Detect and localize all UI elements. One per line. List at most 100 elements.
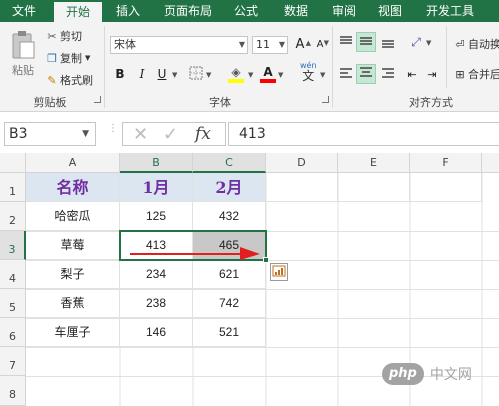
font-size-value: 11	[256, 38, 270, 51]
watermark-logo: php 中文网	[382, 363, 472, 385]
format-painter-button[interactable]: ✎ 格式刷	[44, 72, 93, 88]
merge-center-button[interactable]: ⊞ 合并后	[452, 66, 499, 82]
increase-indent-button[interactable]: ⇥	[424, 66, 440, 82]
wrap-text-icon: ⏎	[455, 37, 465, 51]
drag-handle-icon[interactable]: ⋮	[108, 124, 118, 142]
cancel-icon[interactable]: ✕	[133, 124, 148, 145]
row-header-5[interactable]: 5	[0, 289, 26, 318]
align-top-button[interactable]	[338, 34, 354, 50]
orientation-button[interactable]: ⤢	[408, 34, 424, 50]
clipboard-group-label: 剪贴板	[33, 96, 67, 109]
grow-font-button[interactable]: A ▲	[292, 37, 311, 53]
font-size-combo[interactable]: 11 ▼	[252, 36, 288, 54]
tab-view[interactable]: 视图	[370, 0, 410, 22]
dialog-launcher-icon[interactable]	[94, 96, 101, 103]
align-middle-button[interactable]	[356, 32, 376, 52]
insert-function-icon[interactable]: fx	[195, 124, 211, 144]
underline-button[interactable]: U	[154, 66, 170, 82]
tab-page-layout[interactable]: 页面布局	[158, 0, 218, 22]
paste-icon	[12, 31, 35, 59]
align-right-button[interactable]	[380, 66, 396, 82]
group-separator	[446, 26, 447, 88]
formula-input[interactable]: 413	[228, 122, 499, 146]
chevron-down-icon: ▼	[248, 71, 254, 79]
copy-label: 复制	[60, 52, 82, 65]
paste-button[interactable]: 粘贴	[6, 30, 40, 78]
formula-bar: B3 ▼ ⋮ ✕ ✓ fx 413	[0, 112, 499, 152]
row-header-3[interactable]: 3	[0, 231, 26, 260]
align-bottom-icon	[382, 40, 394, 48]
format-painter-label: 格式刷	[60, 74, 93, 87]
row-header-7[interactable]: 7	[0, 347, 26, 376]
align-left-button[interactable]	[338, 66, 354, 82]
tab-insert[interactable]: 插入	[106, 0, 150, 22]
column-header-d[interactable]: D	[266, 153, 338, 173]
alignment-group-label: 对齐方式	[409, 96, 453, 109]
chevron-down-icon: ▼	[172, 71, 178, 79]
tab-formulas[interactable]: 公式	[226, 0, 266, 22]
red-arrow-annotation	[130, 247, 260, 260]
fill-color-button[interactable]: ◈	[228, 64, 244, 83]
quick-analysis-icon	[272, 265, 286, 277]
chevron-down-icon: ▼	[278, 40, 285, 49]
name-box-value: B3	[9, 126, 28, 142]
dialog-launcher-icon[interactable]	[322, 96, 329, 103]
formula-value: 413	[239, 126, 266, 142]
font-name-combo[interactable]: 宋体 ▼	[110, 36, 248, 54]
merge-center-label: 合并后	[468, 68, 499, 81]
column-header-e[interactable]: E	[338, 153, 410, 173]
name-box[interactable]: B3 ▼	[4, 122, 96, 146]
align-middle-icon	[360, 37, 372, 45]
enter-icon[interactable]: ✓	[163, 124, 178, 145]
font-color-button[interactable]: A	[260, 64, 276, 83]
ribbon-tab-bar: 文件 开始 插入 页面布局 公式 数据 审阅 视图 开发工具	[0, 0, 499, 22]
shrink-font-glyph: A	[316, 39, 324, 50]
borders-button[interactable]	[188, 66, 204, 82]
group-separator	[332, 26, 333, 108]
chevron-down-icon: ▼	[278, 71, 284, 79]
row-header-4[interactable]: 4	[0, 260, 26, 289]
row-header-8[interactable]: 8	[0, 376, 26, 406]
decrease-indent-button[interactable]: ⇤	[404, 66, 420, 82]
chevron-down-icon: ▼	[238, 40, 245, 49]
phonetic-button[interactable]: wén 文	[300, 60, 317, 82]
cut-label: 剪切	[60, 30, 82, 43]
font-color-glyph: A	[263, 65, 273, 79]
column-header-a[interactable]: A	[26, 153, 120, 173]
watermark-text: 中文网	[429, 367, 472, 383]
paste-label: 粘贴	[12, 64, 34, 77]
bold-button[interactable]: B	[112, 66, 128, 82]
row-header-6[interactable]: 6	[0, 318, 26, 347]
row-header-1[interactable]: 1	[0, 173, 26, 202]
column-header-f[interactable]: F	[410, 153, 482, 173]
scissors-icon: ✂	[47, 29, 57, 43]
tab-data[interactable]: 数据	[276, 0, 316, 22]
column-header-c[interactable]: C	[193, 153, 266, 173]
cut-button[interactable]: ✂ 剪切	[44, 28, 82, 44]
copy-button[interactable]: ❐ 复制 ▼	[44, 50, 90, 66]
increase-indent-icon: ⇥	[427, 68, 437, 81]
chevron-down-icon: ▼	[426, 39, 432, 47]
italic-button[interactable]: I	[134, 66, 150, 82]
formula-bar-buttons: ✕ ✓ fx	[122, 122, 226, 146]
tab-developer[interactable]: 开发工具	[418, 0, 482, 22]
merge-cells-icon: ⊞	[455, 67, 465, 81]
column-header-g[interactable]	[482, 153, 499, 173]
align-bottom-button[interactable]	[380, 34, 396, 50]
chevron-down-icon: ▼	[206, 71, 212, 79]
quick-analysis-button[interactable]	[270, 263, 288, 281]
row-header-2[interactable]: 2	[0, 202, 26, 231]
group-separator	[104, 26, 105, 108]
tab-home[interactable]: 开始	[54, 2, 102, 22]
shrink-font-button[interactable]: A ▼	[312, 37, 329, 53]
tab-review[interactable]: 审阅	[324, 0, 364, 22]
align-center-button[interactable]	[356, 64, 376, 84]
font-group-label: 字体	[209, 96, 231, 109]
phonetic-char: 文	[302, 69, 315, 83]
align-left-icon	[340, 68, 352, 78]
wrap-text-button[interactable]: ⏎ 自动换	[452, 36, 499, 52]
column-header-b[interactable]: B	[120, 153, 193, 173]
align-top-icon	[340, 36, 352, 44]
select-all-corner[interactable]	[0, 153, 26, 173]
tab-file[interactable]: 文件	[0, 0, 48, 22]
